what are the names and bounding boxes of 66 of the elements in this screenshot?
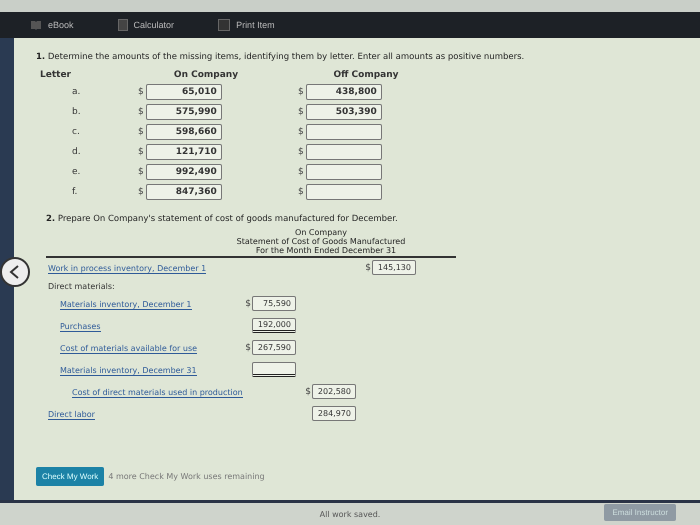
- uses-remaining-text: 4 more Check My Work uses remaining: [108, 472, 265, 481]
- amount-field[interactable]: 121,710: [146, 144, 222, 160]
- currency-sign: $: [138, 187, 144, 197]
- amount-field[interactable]: 992,490: [146, 164, 222, 180]
- row-letter: a.: [71, 87, 82, 97]
- currency-sign: $: [298, 87, 304, 97]
- currency-sign: $: [298, 187, 304, 197]
- amount-field[interactable]: 202,580: [312, 384, 356, 399]
- printer-icon: [218, 19, 230, 31]
- toolbar-tab[interactable]: Calculator: [116, 17, 176, 33]
- question-text: 2. Prepare On Company's statement of cost of goods manufactured for December.: [46, 214, 399, 224]
- row-letter: f.: [71, 187, 78, 197]
- amount-field[interactable]: [306, 164, 382, 180]
- line-label: Purchases: [60, 322, 100, 332]
- row-letter: d.: [71, 147, 82, 157]
- currency-sign: $: [138, 107, 144, 117]
- calculator-icon: [118, 19, 128, 31]
- amount-field[interactable]: 503,390: [306, 104, 382, 120]
- column-header: On Company: [172, 70, 240, 80]
- currency-sign: $: [138, 167, 144, 177]
- save-status: All work saved.: [320, 510, 380, 518]
- amount-field[interactable]: 438,800: [306, 84, 382, 100]
- toolbar-tab[interactable]: eBook: [28, 17, 76, 33]
- question-text: 1. Determine the amounts of the missing items, identifying them by letter. Enter all amounts as positive numbers.: [36, 52, 526, 62]
- currency-sign: $: [305, 386, 311, 396]
- section-label: Direct materials:: [48, 282, 115, 291]
- amount-field[interactable]: [306, 184, 382, 200]
- statement-period: For the Month Ended December 31: [46, 246, 456, 258]
- row-letter: e.: [71, 167, 82, 177]
- amount-field[interactable]: 145,130: [372, 260, 416, 275]
- currency-sign: $: [298, 147, 304, 157]
- line-label: Work in process inventory, December 1: [48, 264, 206, 274]
- amount-field[interactable]: 598,660: [146, 124, 222, 140]
- amount-field[interactable]: [306, 124, 382, 140]
- amount-field[interactable]: 847,360: [146, 184, 222, 200]
- line-label: Cost of materials available for use: [60, 344, 198, 354]
- currency-sign: $: [298, 107, 304, 117]
- amount-field[interactable]: 192,000: [252, 318, 296, 333]
- line-label: Materials inventory, December 31: [60, 366, 197, 376]
- currency-sign: $: [138, 147, 144, 157]
- currency-sign: $: [298, 127, 304, 137]
- amount-field[interactable]: [306, 144, 382, 160]
- amount-field[interactable]: 284,970: [312, 406, 356, 421]
- amount-field[interactable]: 65,010: [146, 84, 222, 100]
- line-label: Cost of direct materials used in production: [72, 388, 243, 398]
- row-letter: c.: [71, 127, 81, 137]
- currency-sign: $: [245, 342, 251, 352]
- check-my-work-button[interactable]: Check My Work: [36, 467, 104, 486]
- row-letter: b.: [71, 107, 82, 117]
- amount-field[interactable]: 575,990: [146, 104, 222, 120]
- column-header: Off Company: [332, 70, 400, 80]
- amount-field[interactable]: 267,590: [252, 340, 296, 355]
- currency-sign: $: [138, 127, 144, 137]
- toolbar-tab[interactable]: Print Item: [216, 17, 277, 33]
- line-label: Materials inventory, December 1: [60, 300, 192, 310]
- book-icon: [30, 19, 42, 31]
- statement-title: Statement of Cost of Goods Manufactured: [236, 237, 406, 246]
- amount-field[interactable]: 75,590: [252, 296, 296, 311]
- column-header: Letter: [39, 70, 72, 80]
- currency-sign: $: [138, 87, 144, 97]
- currency-sign: $: [298, 167, 304, 177]
- amount-field[interactable]: [252, 362, 296, 377]
- line-label: Direct labor: [48, 410, 95, 420]
- company-name: On Company: [294, 228, 348, 237]
- currency-sign: $: [365, 262, 371, 272]
- currency-sign: $: [245, 298, 251, 308]
